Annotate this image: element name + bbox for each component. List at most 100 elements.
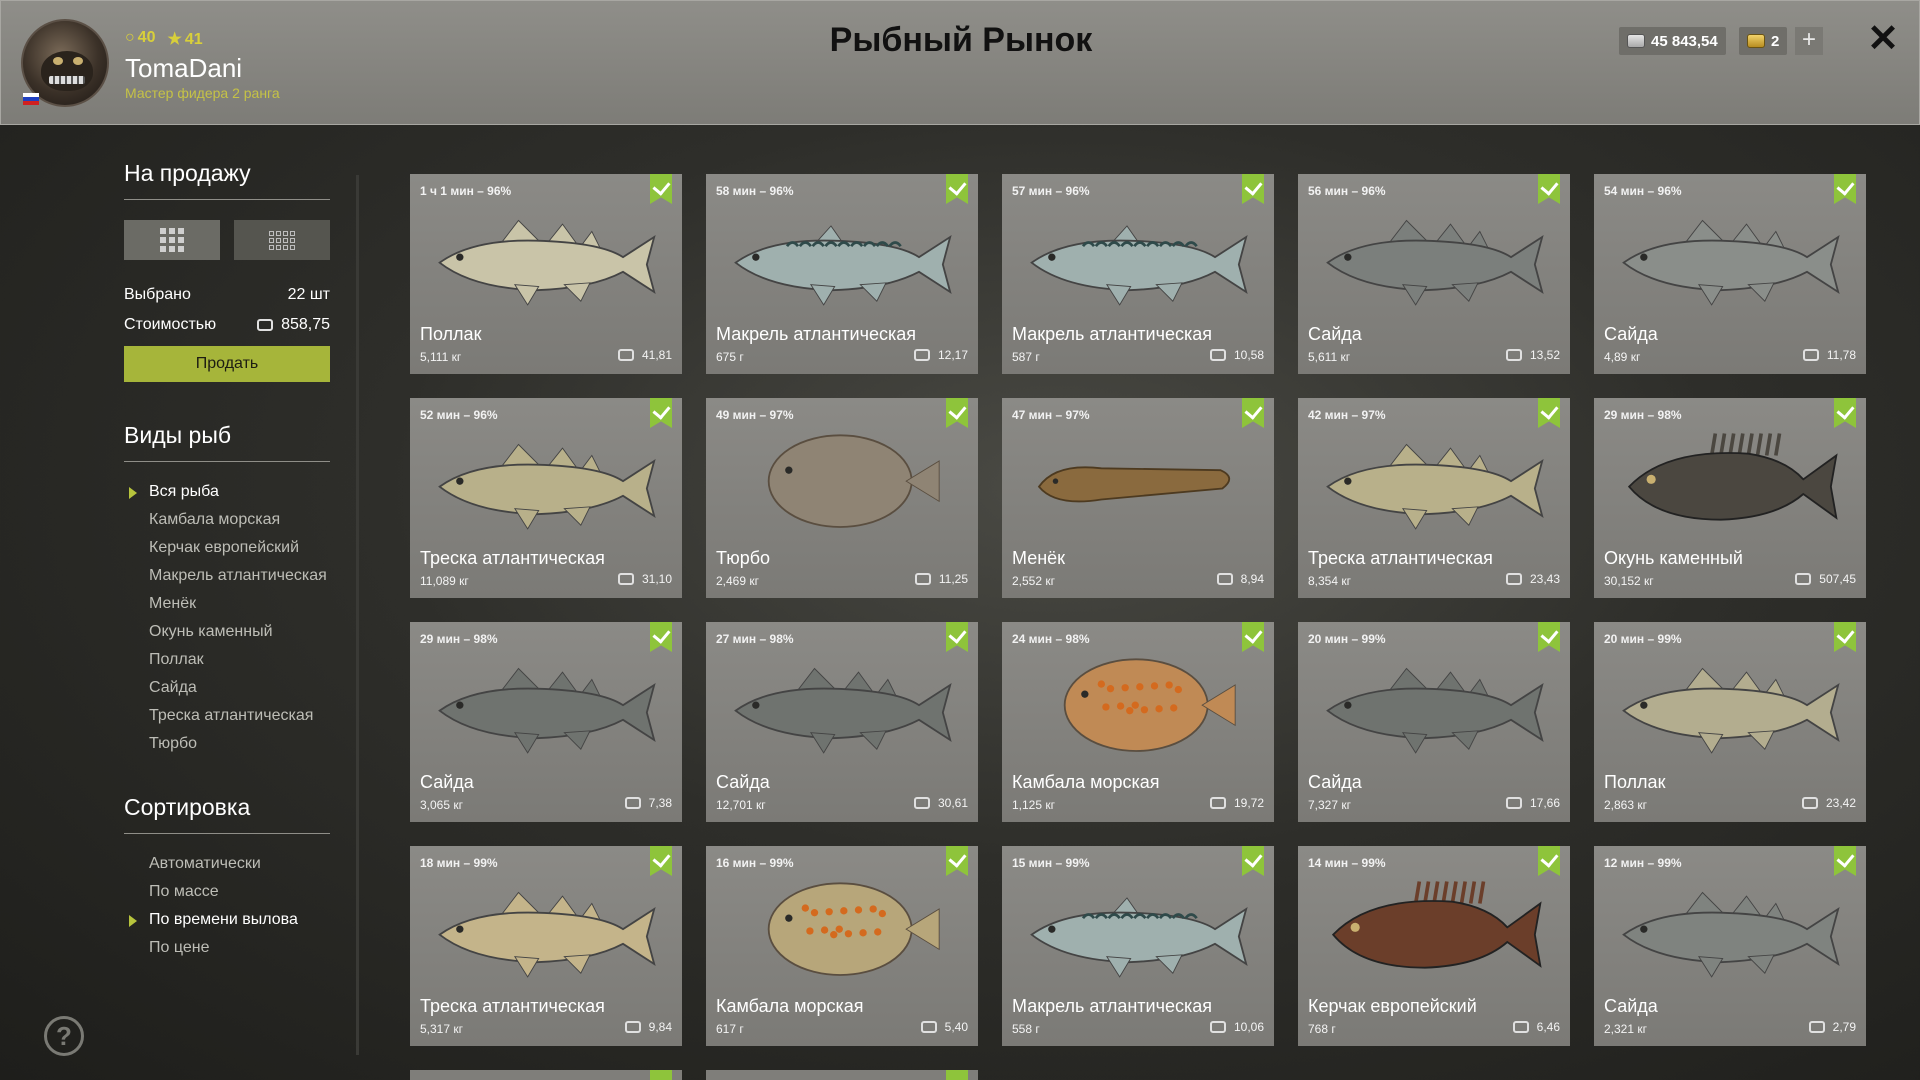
species-filter-list: Вся рыба Камбала морская Керчак европейски… xyxy=(124,482,330,754)
fish-price-value: 12,17 xyxy=(937,348,968,362)
fish-price: 41,81 xyxy=(617,348,672,362)
catch-time-quality: 54 мин – 96% xyxy=(1604,184,1682,198)
fish-weight: 5,111 кг xyxy=(420,350,462,364)
selected-check-icon[interactable] xyxy=(1538,622,1560,652)
fish-card[interactable]: 58 мин – 96% Макрель атлантическая 675 г… xyxy=(706,174,978,374)
fish-card[interactable]: 16 мин – 99% Камбала морская 617 г 5,40 xyxy=(706,846,978,1046)
sort-option-item[interactable]: По времени вылова xyxy=(129,910,330,930)
fish-image xyxy=(1326,219,1544,306)
fish-name: Сайда xyxy=(1308,324,1362,344)
species-filter-item[interactable]: Треска атлантическая xyxy=(149,706,330,726)
fish-card[interactable]: 54 мин – 96% Сайда 4,89 кг 11,78 xyxy=(1594,174,1866,374)
fish-card[interactable]: 29 мин – 98% Окунь каменный 30,152 кг 50… xyxy=(1594,398,1866,598)
fish-card[interactable]: 57 мин – 96% Макрель атлантическая 587 г… xyxy=(1002,174,1274,374)
selected-check-icon[interactable] xyxy=(1834,622,1856,652)
fish-card[interactable]: 20 мин – 99% Сайда 7,327 кг 17,66 xyxy=(1298,622,1570,822)
species-filter-item[interactable]: Вся рыба xyxy=(129,482,330,502)
selected-check-icon[interactable] xyxy=(1538,174,1560,204)
species-filter-item[interactable]: Камбала морская xyxy=(149,510,330,530)
fish-card-partial[interactable] xyxy=(706,1070,978,1080)
fish-price: 17,66 xyxy=(1505,796,1560,810)
selected-check-icon[interactable] xyxy=(1242,622,1264,652)
fish-name: Сайда xyxy=(1308,772,1362,792)
silver-coin-icon xyxy=(1512,1021,1529,1033)
fish-card[interactable]: 18 мин – 99% Треска атлантическая 5,317 … xyxy=(410,846,682,1046)
fish-image xyxy=(1063,658,1236,752)
fish-image xyxy=(1622,667,1840,754)
selected-check-icon[interactable] xyxy=(1242,174,1264,204)
selected-check-icon[interactable] xyxy=(650,398,672,428)
silver-coin-icon xyxy=(617,573,634,585)
species-filter-item[interactable]: Поллак xyxy=(149,650,330,670)
fish-card[interactable]: 27 мин – 98% Сайда 12,701 кг 30,61 xyxy=(706,622,978,822)
fish-card[interactable]: 24 мин – 98% Камбала морская 1,125 кг 19… xyxy=(1002,622,1274,822)
catch-time-quality: 18 мин – 99% xyxy=(420,856,498,870)
gold-value: 2 xyxy=(1771,32,1780,50)
help-button[interactable]: ? xyxy=(44,1016,84,1056)
selected-check-icon[interactable] xyxy=(946,174,968,204)
sort-option-item[interactable]: Автоматически xyxy=(149,854,330,874)
fish-card-partial[interactable] xyxy=(410,1070,682,1080)
selected-check-icon[interactable] xyxy=(650,174,672,204)
selected-check-icon[interactable] xyxy=(1538,398,1560,428)
selected-check-icon[interactable] xyxy=(946,622,968,652)
species-filter-item[interactable]: Сайда xyxy=(149,678,330,698)
catch-time-quality: 20 мин – 99% xyxy=(1308,632,1386,646)
top-bar: ○ 40 ★ 41 TomaDani Мастер фидера 2 ранга Р… xyxy=(0,0,1920,125)
selected-check-icon[interactable] xyxy=(946,846,968,876)
selected-check-icon[interactable] xyxy=(1538,846,1560,876)
fish-grid: 1 ч 1 мин – 96% Поллак 5,111 кг 41,81 58… xyxy=(410,174,1870,1080)
species-filter-item[interactable]: Окунь каменный xyxy=(149,622,330,642)
sort-option-item[interactable]: По массе xyxy=(149,882,330,902)
selected-check-icon[interactable] xyxy=(650,846,672,876)
selected-check-icon[interactable] xyxy=(946,398,968,428)
catch-time-quality: 16 мин – 99% xyxy=(716,856,794,870)
fish-price-value: 2,79 xyxy=(1832,1020,1856,1034)
fish-name: Сайда xyxy=(1604,996,1658,1016)
selected-check-icon[interactable] xyxy=(1834,398,1856,428)
selected-check-icon[interactable] xyxy=(1242,398,1264,428)
species-filter-item[interactable]: Керчак европейский xyxy=(149,538,330,558)
fish-weight: 2,552 кг xyxy=(1012,574,1055,588)
fish-card[interactable]: 20 мин – 99% Поллак 2,863 кг 23,42 xyxy=(1594,622,1866,822)
selected-check-icon[interactable] xyxy=(1834,174,1856,204)
species-filter-item[interactable]: Менёк xyxy=(149,594,330,614)
fish-price: 507,45 xyxy=(1795,572,1856,586)
gold-balance: 2 xyxy=(1739,27,1788,55)
fish-weight: 12,701 кг xyxy=(716,798,766,812)
selected-check-icon[interactable] xyxy=(650,1070,672,1080)
selected-check-icon[interactable] xyxy=(946,1070,968,1080)
fish-card[interactable]: 49 мин – 97% Тюрбо 2,469 кг 11,25 xyxy=(706,398,978,598)
fish-card[interactable]: 56 мин – 96% Сайда 5,611 кг 13,52 xyxy=(1298,174,1570,374)
add-currency-button[interactable]: + xyxy=(1795,27,1823,55)
cost-value: 858,75 xyxy=(281,316,330,333)
fish-card[interactable]: 15 мин – 99% Макрель атлантическая 558 г… xyxy=(1002,846,1274,1046)
fish-card[interactable]: 12 мин – 99% Сайда 2,321 кг 2,79 xyxy=(1594,846,1866,1046)
fish-price-value: 6,46 xyxy=(1536,1020,1560,1034)
selected-check-icon[interactable] xyxy=(1242,846,1264,876)
view-toggle xyxy=(124,220,330,260)
small-grid-view-button[interactable] xyxy=(234,220,330,260)
fish-card[interactable]: 42 мин – 97% Треска атлантическая 8,354 … xyxy=(1298,398,1570,598)
fish-price: 19,72 xyxy=(1209,796,1264,810)
close-button[interactable]: ✕ xyxy=(1865,20,1901,58)
silver-coin-icon xyxy=(1209,797,1226,809)
fish-card[interactable]: 14 мин – 99% Керчак европейский 768 г 6,… xyxy=(1298,846,1570,1046)
catch-time-quality: 56 мин – 96% xyxy=(1308,184,1386,198)
fish-card[interactable]: 52 мин – 96% Треска атлантическая 11,089… xyxy=(410,398,682,598)
fish-weight: 2,321 кг xyxy=(1604,1022,1647,1036)
silver-coin-icon xyxy=(913,349,930,361)
fish-price-value: 17,66 xyxy=(1529,796,1560,810)
sell-button[interactable]: Продать xyxy=(124,346,330,382)
fish-image xyxy=(1331,881,1542,969)
species-filter-item[interactable]: Макрель атлантическая xyxy=(149,566,330,586)
fish-card[interactable]: 29 мин – 98% Сайда 3,065 кг 7,38 xyxy=(410,622,682,822)
catch-time-quality: 15 мин – 99% xyxy=(1012,856,1090,870)
large-grid-view-button[interactable] xyxy=(124,220,220,260)
fish-card[interactable]: 47 мин – 97% Менёк 2,552 кг 8,94 xyxy=(1002,398,1274,598)
selected-check-icon[interactable] xyxy=(1834,846,1856,876)
species-filter-item[interactable]: Тюрбо xyxy=(149,734,330,754)
fish-card[interactable]: 1 ч 1 мин – 96% Поллак 5,111 кг 41,81 xyxy=(410,174,682,374)
selected-check-icon[interactable] xyxy=(650,622,672,652)
sort-option-item[interactable]: По цене xyxy=(149,938,330,958)
